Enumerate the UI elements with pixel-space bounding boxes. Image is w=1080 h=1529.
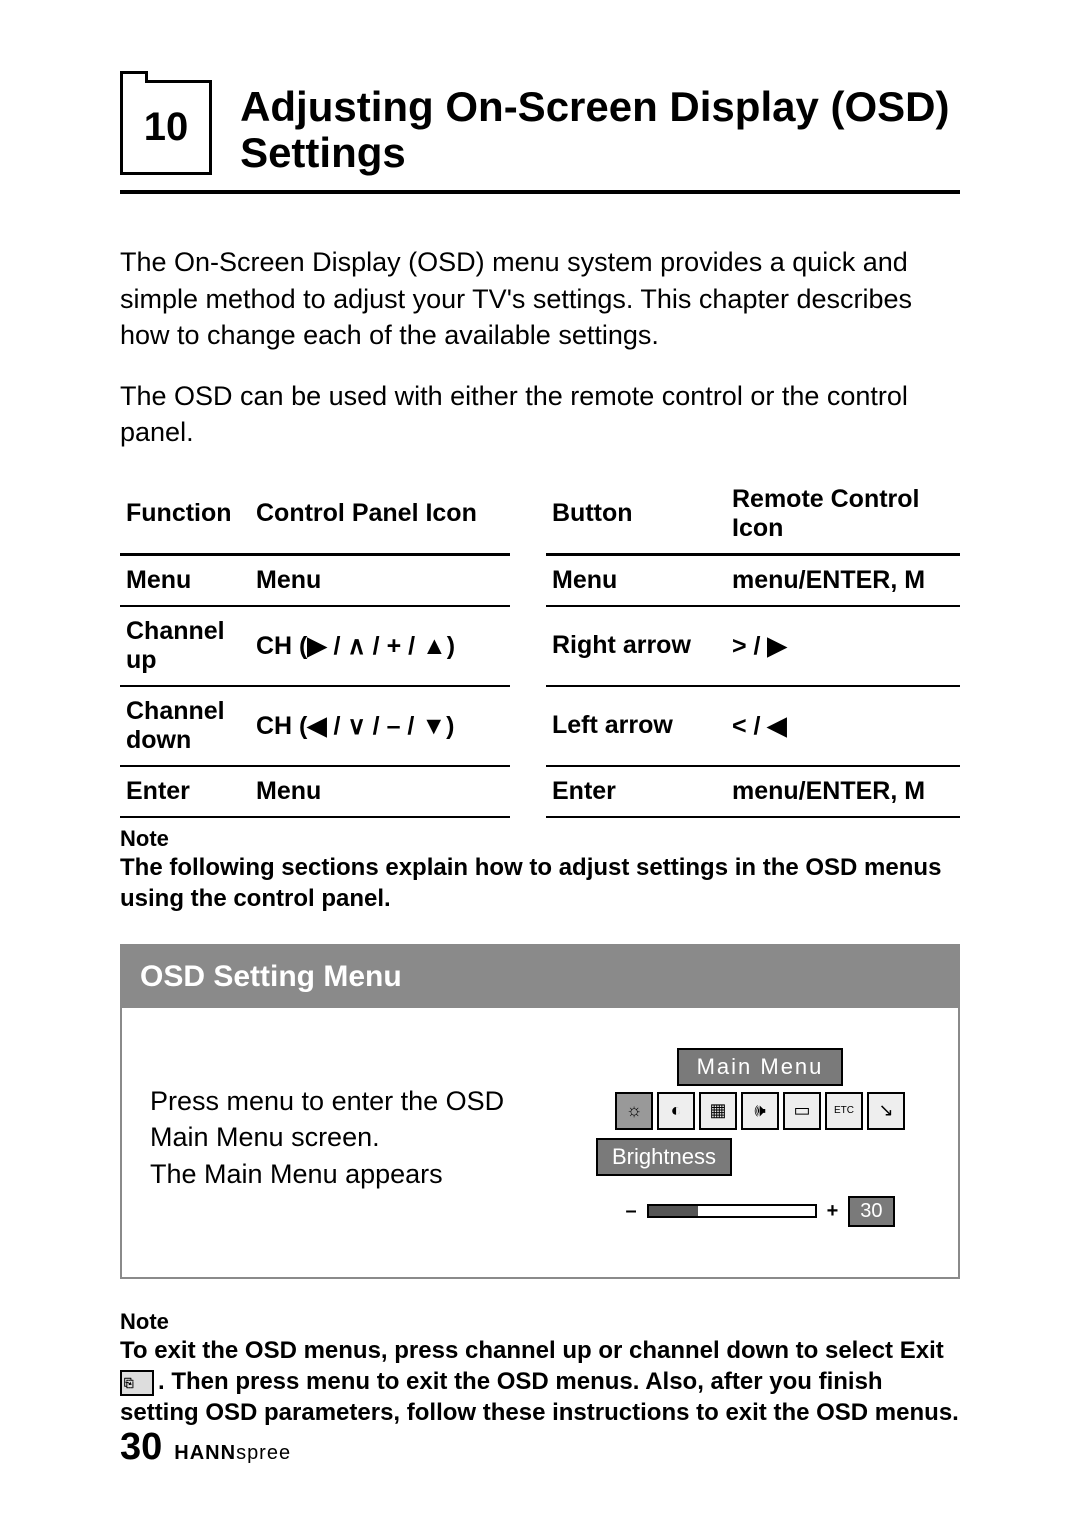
chapter-number-box: 10	[120, 80, 212, 175]
brand-rest: spree	[236, 1442, 291, 1464]
cell-button: Enter	[546, 766, 726, 817]
table-row: Channel up CH (▶ / ∧ / + / ▲) Right arro…	[120, 606, 960, 686]
intro-paragraph-1: The On-Screen Display (OSD) menu system …	[120, 244, 960, 353]
cell-button: Left arrow	[546, 686, 726, 766]
page-number: 30	[120, 1426, 162, 1469]
cell-function: Channel up	[120, 606, 250, 686]
brightness-icon: ☼	[615, 1092, 653, 1130]
chapter-number: 10	[144, 105, 189, 150]
cell-rc: < / ◀	[726, 686, 960, 766]
cell-function: Menu	[120, 554, 250, 606]
intro-paragraph-2: The OSD can be used with either the remo…	[120, 378, 960, 451]
th-gap	[510, 475, 546, 555]
main-menu-icon-row: ☼ ◐ ▦ 🕪 ▭ ETC ↘	[615, 1092, 905, 1130]
exit-menu-icon: ↘	[867, 1092, 905, 1130]
slider-row: – + 30	[625, 1196, 894, 1227]
cell-function: Channel down	[120, 686, 250, 766]
brightness-slider	[647, 1204, 817, 1218]
display-icon: ▭	[783, 1092, 821, 1130]
note2-text-before: To exit the OSD menus, press channel up …	[120, 1337, 944, 1364]
cell-cp: Menu	[250, 766, 510, 817]
main-menu-title: Main Menu	[677, 1048, 844, 1086]
note-label: Note	[120, 826, 960, 852]
note-label: Note	[120, 1309, 960, 1335]
th-control-panel-icon: Control Panel Icon	[250, 475, 510, 555]
cell-function: Enter	[120, 766, 250, 817]
picture-icon: ▦	[699, 1092, 737, 1130]
note-1: Note The following sections explain how …	[120, 826, 960, 914]
osd-main-menu-figure: Main Menu ☼ ◐ ▦ 🕪 ▭ ETC ↘ Brightness – +…	[590, 1048, 930, 1227]
th-function: Function	[120, 475, 250, 555]
page-footer: 30 HANNspree	[120, 1426, 291, 1469]
minus-icon: –	[625, 1200, 636, 1223]
table-row: Menu Menu Menu menu/ENTER, M	[120, 554, 960, 606]
th-remote-control-icon: Remote Control Icon	[726, 475, 960, 555]
table-header-row: Function Control Panel Icon Button Remot…	[120, 475, 960, 555]
etc-icon: ETC	[825, 1092, 863, 1130]
osd-section-title: OSD Setting Menu	[122, 946, 958, 1008]
brand-bold: HANN	[174, 1442, 236, 1464]
cell-rc: menu/ENTER, M	[726, 766, 960, 817]
brand-logo: HANNspree	[174, 1442, 291, 1465]
contrast-icon: ◐	[657, 1092, 695, 1130]
cell-button: Right arrow	[546, 606, 726, 686]
osd-instruction: Press menu to enter the OSD Main Menu sc…	[150, 1083, 590, 1192]
chapter-title: Adjusting On-Screen Display (OSD) Settin…	[240, 80, 960, 176]
audio-icon: 🕪	[741, 1092, 779, 1130]
controls-table: Function Control Panel Icon Button Remot…	[120, 475, 960, 818]
th-button: Button	[546, 475, 726, 555]
cell-button: Menu	[546, 554, 726, 606]
note-2: Note To exit the OSD menus, press channe…	[120, 1309, 960, 1429]
cell-cp: CH (▶ / ∧ / + / ▲)	[250, 606, 510, 686]
osd-setting-menu-box: OSD Setting Menu Press menu to enter the…	[120, 944, 960, 1279]
chapter-tab-decoration	[120, 71, 148, 83]
current-setting-label: Brightness	[596, 1138, 732, 1176]
table-row: Channel down CH (◀ / ∨ / – / ▼) Left arr…	[120, 686, 960, 766]
chapter-header: 10 Adjusting On-Screen Display (OSD) Set…	[120, 80, 960, 194]
cell-cp: Menu	[250, 554, 510, 606]
exit-icon: ⎘	[120, 1370, 154, 1396]
cell-cp: CH (◀ / ∨ / – / ▼)	[250, 686, 510, 766]
table-row: Enter Menu Enter menu/ENTER, M	[120, 766, 960, 817]
cell-rc: > / ▶	[726, 606, 960, 686]
cell-rc: menu/ENTER, M	[726, 554, 960, 606]
note-text: To exit the OSD menus, press channel up …	[120, 1335, 960, 1429]
note2-text-after: . Then press menu to exit the OSD menus.…	[120, 1368, 959, 1426]
note-text: The following sections explain how to ad…	[120, 852, 960, 914]
plus-icon: +	[827, 1200, 839, 1223]
brightness-value: 30	[848, 1196, 894, 1227]
